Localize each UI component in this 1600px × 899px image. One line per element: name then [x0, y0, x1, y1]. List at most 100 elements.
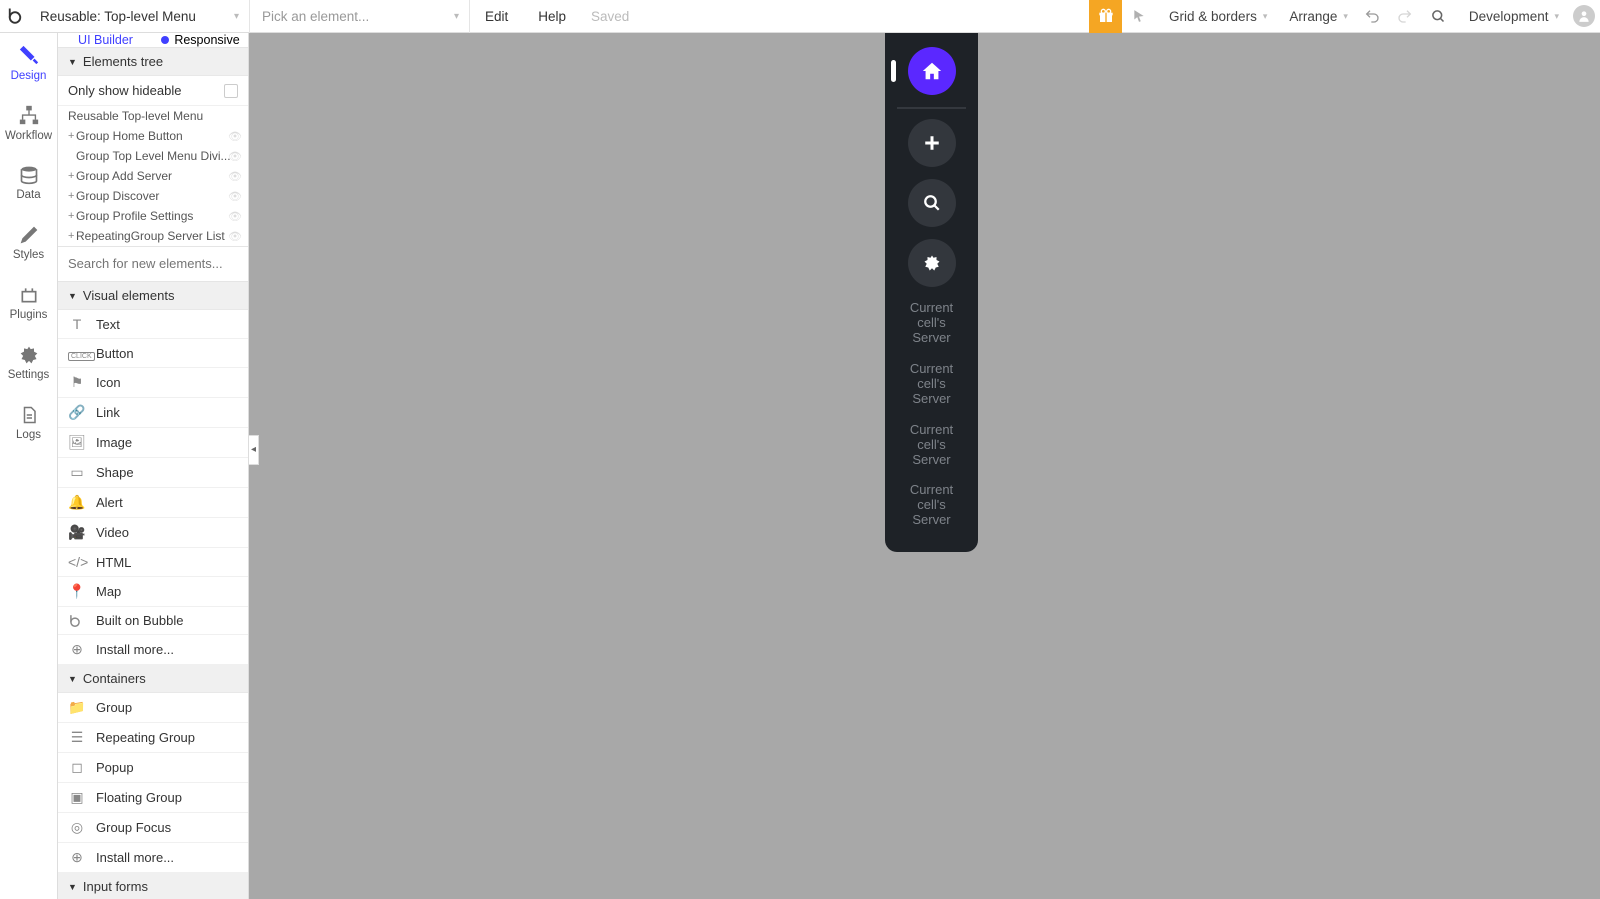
panel-collapse-handle[interactable]: ◂	[249, 435, 259, 465]
elem-link[interactable]: 🔗Link	[58, 398, 248, 428]
rail-settings[interactable]: Settings	[0, 333, 57, 393]
eye-icon[interactable]: 👁	[228, 130, 242, 143]
redo-button[interactable]	[1389, 0, 1422, 33]
elem-video[interactable]: 🎥Video	[58, 518, 248, 548]
edit-menu[interactable]: Edit	[470, 0, 523, 33]
rail-plugins[interactable]: Plugins	[0, 273, 57, 333]
search-elements	[58, 246, 248, 282]
expand-icon[interactable]: +	[68, 210, 76, 222]
flag-icon: ⚑	[68, 374, 86, 391]
code-icon: </>	[68, 554, 86, 570]
responsive-dot-icon	[161, 36, 169, 44]
elements-tree-list: Reusable Top-level Menu +Group Home Butt…	[58, 106, 248, 246]
video-icon: 🎥	[68, 524, 86, 541]
tree-item[interactable]: Reusable Top-level Menu	[58, 106, 248, 126]
pointer-tool[interactable]	[1122, 0, 1155, 33]
elem-text[interactable]: TText	[58, 310, 248, 339]
add-server-button[interactable]	[908, 119, 956, 167]
rail-data[interactable]: Data	[0, 153, 57, 213]
shape-icon: ▭	[68, 464, 86, 481]
arrange-dropdown[interactable]: Arrange ▾	[1275, 0, 1356, 33]
bubble-logo-icon[interactable]	[0, 0, 30, 33]
search-elements-input[interactable]	[68, 256, 238, 271]
tab-responsive[interactable]: Responsive	[153, 33, 248, 47]
elem-group[interactable]: 📁Group	[58, 693, 248, 723]
server-cell[interactable]: Current cell's Server	[885, 481, 978, 542]
settings-button[interactable]	[908, 239, 956, 287]
section-input-forms[interactable]: ▼ Input forms	[58, 873, 248, 899]
gift-button[interactable]	[1089, 0, 1122, 33]
rail-logs[interactable]: Logs	[0, 393, 57, 453]
elem-html[interactable]: </>HTML	[58, 548, 248, 577]
tree-item[interactable]: +Group Discover👁	[58, 186, 248, 206]
pin-icon: 📍	[68, 583, 86, 600]
styles-icon	[19, 225, 39, 245]
section-elements-tree[interactable]: ▼ Elements tree	[58, 48, 248, 76]
help-menu[interactable]: Help	[523, 0, 581, 33]
server-cell[interactable]: Current cell's Server	[885, 360, 978, 421]
elem-popup[interactable]: ◻Popup	[58, 753, 248, 783]
user-avatar[interactable]	[1567, 0, 1600, 33]
expand-icon[interactable]: +	[68, 230, 76, 242]
home-button[interactable]	[908, 47, 956, 95]
tree-item[interactable]: Group Top Level Menu Divi...👁	[58, 146, 248, 166]
elem-floating-group[interactable]: ▣Floating Group	[58, 783, 248, 813]
eye-icon[interactable]: 👁	[228, 190, 242, 203]
elem-install-more[interactable]: ⊕Install more...	[58, 635, 248, 665]
server-cell[interactable]: Current cell's Server	[885, 299, 978, 360]
undo-icon	[1364, 8, 1380, 24]
elem-install-more-containers[interactable]: ⊕Install more...	[58, 843, 248, 873]
settings-icon	[19, 345, 39, 365]
discover-button[interactable]	[908, 179, 956, 227]
page-selector[interactable]: Reusable: Top-level Menu ▾	[30, 0, 250, 33]
chevron-down-icon: ▾	[234, 11, 239, 22]
bell-icon: 🔔	[68, 494, 86, 511]
tree-item[interactable]: +RepeatingGroup Server List👁	[58, 226, 248, 246]
eye-icon[interactable]: 👁	[228, 210, 242, 223]
elem-group-focus[interactable]: ◎Group Focus	[58, 813, 248, 843]
reusable-top-level-menu[interactable]: Current cell's Server Current cell's Ser…	[885, 33, 978, 552]
elem-alert[interactable]: 🔔Alert	[58, 488, 248, 518]
eye-icon[interactable]: 👁	[228, 170, 242, 183]
environment-dropdown[interactable]: Development ▾	[1455, 0, 1567, 33]
hideable-checkbox[interactable]	[224, 84, 238, 98]
group-home-button[interactable]	[885, 39, 978, 103]
eye-icon[interactable]: 👁	[228, 150, 242, 163]
elem-shape[interactable]: ▭Shape	[58, 458, 248, 488]
active-indicator	[891, 60, 896, 82]
canvas[interactable]: Current cell's Server Current cell's Ser…	[249, 33, 1600, 899]
gear-icon	[923, 254, 941, 272]
window-icon: ▣	[68, 789, 86, 806]
triangle-down-icon: ▼	[68, 674, 77, 684]
server-cell[interactable]: Current cell's Server	[885, 421, 978, 482]
tree-item[interactable]: +Group Home Button👁	[58, 126, 248, 146]
expand-icon[interactable]: +	[68, 170, 76, 182]
search-button[interactable]	[1422, 0, 1455, 33]
tree-item[interactable]: +Group Add Server👁	[58, 166, 248, 186]
menu-divider	[897, 107, 966, 109]
elem-button[interactable]: CLICKButton	[58, 339, 248, 368]
element-picker[interactable]: Pick an element... ▾	[250, 0, 470, 33]
undo-button[interactable]	[1356, 0, 1389, 33]
left-rail: Design Workflow Data Styles Plugins Sett…	[0, 33, 58, 899]
rail-workflow[interactable]: Workflow	[0, 93, 57, 153]
elem-icon[interactable]: ⚑Icon	[58, 368, 248, 398]
search-icon	[1431, 9, 1446, 24]
save-status: Saved	[581, 9, 639, 24]
section-visual-elements[interactable]: ▼ Visual elements	[58, 282, 248, 310]
grid-borders-dropdown[interactable]: Grid & borders ▾	[1155, 0, 1275, 33]
section-containers[interactable]: ▼ Containers	[58, 665, 248, 693]
only-show-hideable-row[interactable]: Only show hideable	[58, 76, 248, 106]
rail-design[interactable]: Design	[0, 33, 57, 93]
elem-built-on-bubble[interactable]: Built on Bubble	[58, 607, 248, 635]
elem-map[interactable]: 📍Map	[58, 577, 248, 607]
elem-image[interactable]: 🖼Image	[58, 428, 248, 458]
expand-icon[interactable]: +	[68, 190, 76, 202]
tab-ui-builder[interactable]: UI Builder	[58, 33, 153, 47]
eye-icon[interactable]: 👁	[228, 230, 242, 243]
page-name: Reusable: Top-level Menu	[40, 9, 196, 24]
tree-item[interactable]: +Group Profile Settings👁	[58, 206, 248, 226]
rail-styles[interactable]: Styles	[0, 213, 57, 273]
expand-icon[interactable]: +	[68, 130, 76, 142]
elem-repeating-group[interactable]: ☰Repeating Group	[58, 723, 248, 753]
